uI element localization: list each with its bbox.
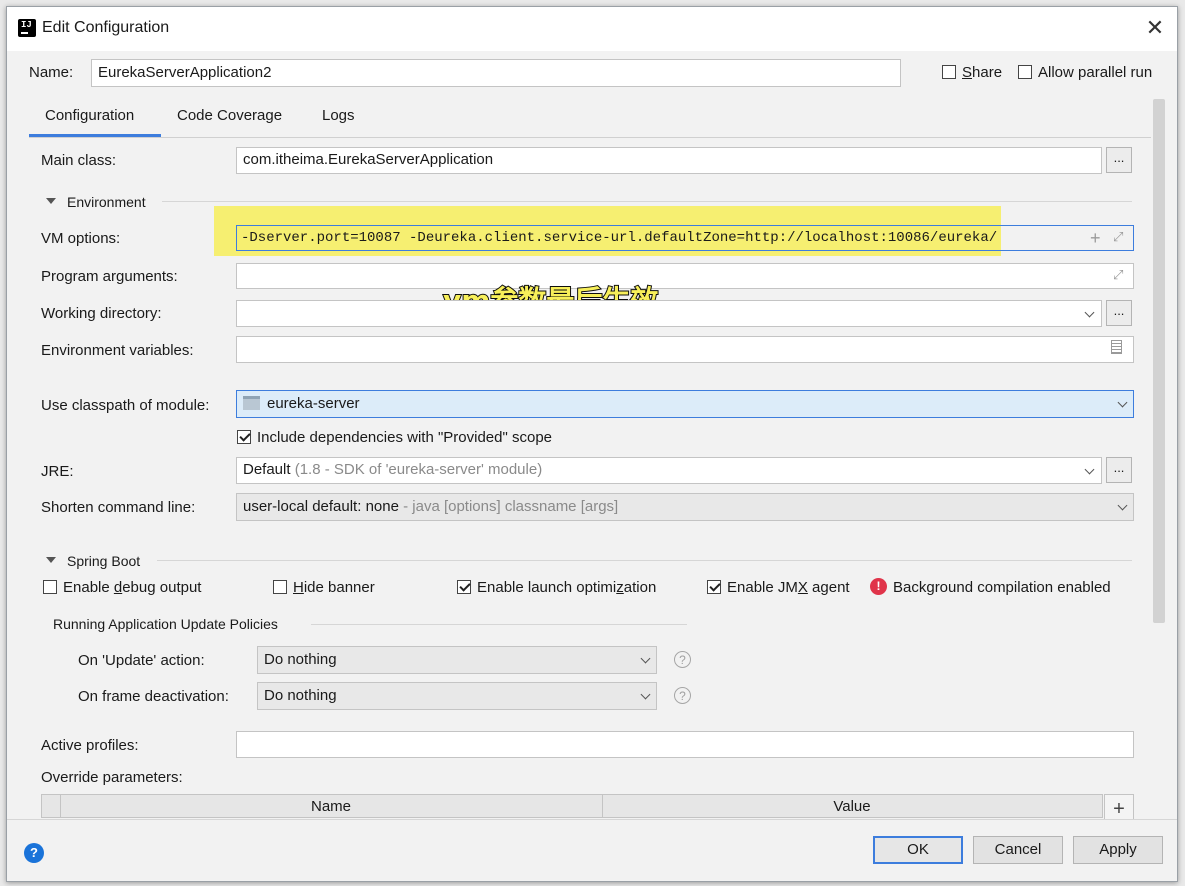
window-title: Edit Configuration xyxy=(42,19,170,36)
main-class-label: Main class: xyxy=(41,152,117,169)
hide-banner-label: Hide banner xyxy=(293,579,375,596)
enable-debug-output-checkbox[interactable] xyxy=(43,580,57,594)
active-profiles-input[interactable] xyxy=(236,731,1134,758)
frame-deactivation-combo[interactable]: Do nothing xyxy=(257,682,657,710)
module-folder-icon xyxy=(243,396,260,410)
share-checkbox[interactable] xyxy=(942,65,956,79)
divider xyxy=(311,624,687,625)
shorten-command-line-detail: - java [options] classname [args] xyxy=(403,498,619,515)
divider xyxy=(157,560,1132,561)
chevron-down-icon[interactable] xyxy=(1117,502,1127,512)
update-action-combo[interactable]: Do nothing xyxy=(257,646,657,674)
update-action-value: Do nothing xyxy=(264,651,337,668)
allow-parallel-run-label: Allow parallel run xyxy=(1038,64,1153,81)
working-directory-browse-button[interactable]: ... xyxy=(1106,300,1132,326)
chevron-down-icon[interactable] xyxy=(640,691,650,701)
help-icon[interactable]: ? xyxy=(674,687,691,704)
jre-browse-button[interactable]: ... xyxy=(1106,457,1132,483)
environment-variables-label: Environment variables: xyxy=(41,342,194,359)
enable-jmx-agent-label: Enable JMX agent xyxy=(727,579,850,596)
ok-button[interactable]: OK xyxy=(873,836,963,864)
working-directory-label: Working directory: xyxy=(41,305,162,322)
jre-detail: (1.8 - SDK of 'eureka-server' module) xyxy=(294,461,543,478)
close-icon[interactable]: ✕ xyxy=(1139,13,1171,45)
environment-variables-input[interactable] xyxy=(236,336,1134,363)
scrollbar[interactable] xyxy=(1153,99,1165,623)
override-parameters-label: Override parameters: xyxy=(41,769,183,786)
background-compilation-label: Background compilation enabled xyxy=(893,579,1111,596)
jre-label: JRE: xyxy=(41,463,74,480)
hide-banner-checkbox[interactable] xyxy=(273,580,287,594)
allow-parallel-run-checkbox[interactable] xyxy=(1018,65,1032,79)
apply-button[interactable]: Apply xyxy=(1073,836,1163,864)
program-arguments-label: Program arguments: xyxy=(41,268,178,285)
enable-jmx-agent-checkbox[interactable] xyxy=(707,580,721,594)
name-input[interactable]: EurekaServerApplication2 xyxy=(91,59,901,87)
tab-configuration[interactable]: Configuration xyxy=(29,97,161,137)
error-icon: ! xyxy=(870,578,887,595)
main-class-input[interactable]: com.itheima.EurekaServerApplication xyxy=(236,147,1102,174)
enable-debug-output-label: Enable debug output xyxy=(63,579,202,596)
shorten-command-line-value: user-local default: none xyxy=(243,498,399,515)
plus-icon[interactable]: + xyxy=(1090,228,1101,249)
chevron-down-icon[interactable] xyxy=(1084,466,1094,476)
intellij-idea-icon: IJ xyxy=(16,17,38,39)
spring-boot-header: Spring Boot xyxy=(67,553,141,569)
environment-header: Environment xyxy=(67,194,146,210)
enable-launch-optimization-checkbox[interactable] xyxy=(457,580,471,594)
help-icon[interactable]: ? xyxy=(674,651,691,668)
include-dependencies-checkbox[interactable] xyxy=(237,430,251,444)
vm-options-value: -Dserver.port=10087 -Deureka.client.serv… xyxy=(241,230,998,246)
classpath-module-label: Use classpath of module: xyxy=(41,397,210,414)
shorten-command-line-combo[interactable]: user-local default: none - java [options… xyxy=(236,493,1134,521)
tab-logs[interactable]: Logs xyxy=(322,107,355,124)
frame-deactivation-label: On frame deactivation: xyxy=(78,688,229,705)
chevron-down-icon[interactable] xyxy=(1117,399,1127,409)
name-label: Name: xyxy=(29,64,74,81)
override-parameters-table-header: Name Value xyxy=(41,794,1103,818)
active-profiles-label: Active profiles: xyxy=(41,737,139,754)
include-dependencies-label: Include dependencies with "Provided" sco… xyxy=(257,429,553,446)
collapse-triangle-icon[interactable] xyxy=(46,198,56,204)
chevron-down-icon[interactable] xyxy=(640,655,650,665)
program-arguments-input[interactable] xyxy=(236,263,1134,289)
enable-launch-optimization-label: Enable launch optimization xyxy=(477,579,657,596)
chevron-down-icon[interactable] xyxy=(1084,309,1094,319)
shorten-command-line-label: Shorten command line: xyxy=(41,499,196,516)
divider xyxy=(162,201,1132,202)
column-header-name[interactable]: Name xyxy=(60,798,602,815)
document-icon[interactable] xyxy=(1111,340,1122,354)
title-bar: IJ Edit Configuration ✕ xyxy=(7,7,1177,51)
frame-deactivation-value: Do nothing xyxy=(264,687,337,704)
vm-options-input[interactable]: -Dserver.port=10087 -Deureka.client.serv… xyxy=(236,225,1134,251)
jre-combo[interactable]: Default (1.8 - SDK of 'eureka-server' mo… xyxy=(236,457,1102,484)
tab-configuration-label: Configuration xyxy=(45,107,135,124)
share-label: Share xyxy=(962,64,1003,81)
tab-code-coverage[interactable]: Code Coverage xyxy=(177,107,282,124)
expand-icon[interactable]: ⤢ xyxy=(1113,229,1123,245)
column-header-value[interactable]: Value xyxy=(602,798,1102,815)
classpath-module-value: eureka-server xyxy=(267,395,360,412)
expand-icon[interactable]: ⤢ xyxy=(1113,267,1123,283)
main-class-browse-button[interactable]: ... xyxy=(1106,147,1132,173)
edit-configuration-dialog: IJ Edit Configuration ✕ Name: EurekaServ… xyxy=(6,6,1178,882)
update-policies-header: Running Application Update Policies xyxy=(53,616,278,632)
cancel-button[interactable]: Cancel xyxy=(973,836,1063,864)
vm-options-label: VM options: xyxy=(41,230,121,247)
working-directory-input[interactable] xyxy=(236,300,1102,327)
collapse-triangle-icon[interactable] xyxy=(46,557,56,563)
jre-value: Default xyxy=(243,461,291,478)
update-action-label: On 'Update' action: xyxy=(78,652,205,669)
classpath-module-combo[interactable]: eureka-server xyxy=(236,390,1134,418)
help-icon[interactable]: ? xyxy=(24,843,44,863)
